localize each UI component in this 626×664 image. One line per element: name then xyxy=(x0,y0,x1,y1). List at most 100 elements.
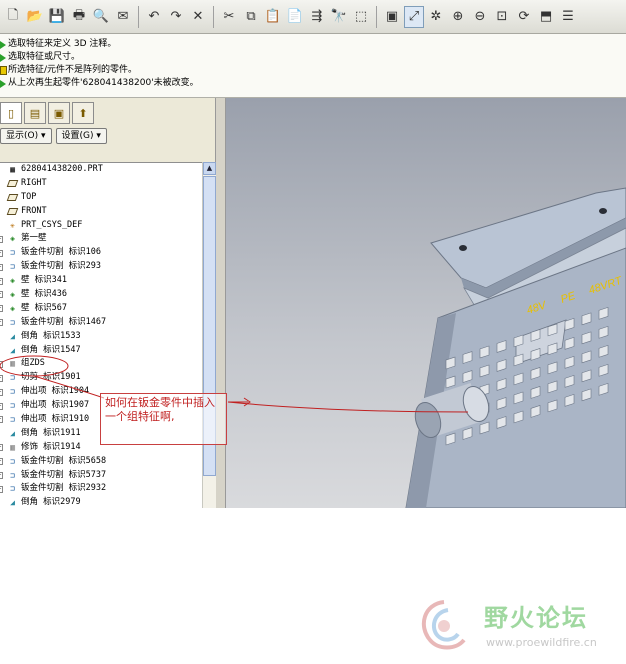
cut-feature-icon: ⊐ xyxy=(10,317,15,327)
plane-shape xyxy=(6,194,19,202)
chevron-down-icon: ▾ xyxy=(96,131,101,141)
chevron-down-icon: ▾ xyxy=(40,131,46,141)
favorites-tab[interactable]: ▣ xyxy=(48,102,70,124)
expand-icon[interactable]: + xyxy=(0,277,3,285)
tree-item[interactable]: + ▥ 组ZDS xyxy=(0,357,202,371)
folder-browser-tab[interactable]: ▤ xyxy=(24,102,46,124)
expand-icon[interactable]: + xyxy=(0,458,3,466)
tree-item[interactable]: TOP xyxy=(0,191,202,205)
tree-item[interactable]: FRONT xyxy=(0,205,202,219)
round-feature-icon: ◢ xyxy=(10,331,15,341)
cut-icon[interactable]: ✂ xyxy=(219,6,239,28)
expand-icon[interactable]: + xyxy=(0,374,3,382)
datum-axis-icon[interactable]: ⤢ xyxy=(404,5,424,28)
cut-feature-icon: ⊐ xyxy=(10,248,15,258)
history-tab[interactable]: ⬆ xyxy=(72,102,94,124)
tree-item[interactable]: ◢ 倒角 标识1547 xyxy=(0,344,202,358)
show-menu-button[interactable]: 显示(O) ▾ xyxy=(0,128,52,144)
annotation-callout: 如何在钣金零件中插入一个组特征啊, xyxy=(100,393,227,445)
tree-item[interactable]: + ⊐ 钣金件切割 标识1467 xyxy=(0,316,202,330)
tree-item[interactable]: + ◈ 第一壁 xyxy=(0,232,202,246)
repaint-icon[interactable]: ⟳ xyxy=(514,6,534,28)
tree-item-label: FRONT xyxy=(21,205,47,216)
expand-icon[interactable]: + xyxy=(0,444,3,452)
tree-item[interactable]: + ⊐ 钣金件切割 标识5658 xyxy=(0,455,202,469)
expand-icon[interactable]: + xyxy=(0,263,3,271)
expand-icon[interactable]: + xyxy=(0,235,3,243)
copy-icon[interactable]: ⧉ xyxy=(241,6,261,28)
cut-feature-icon: ⊐ xyxy=(10,484,15,494)
cut-feature-icon: ⊐ xyxy=(10,373,15,383)
expand-icon[interactable]: + xyxy=(0,416,3,424)
refit-icon[interactable]: ▣ xyxy=(382,6,402,28)
panel-sash[interactable] xyxy=(216,98,226,508)
toolbar-separator xyxy=(138,5,139,28)
expand-icon[interactable]: + xyxy=(0,485,3,493)
navigator-tabs: ▯ ▤ ▣ ⬆ xyxy=(0,102,94,126)
tree-item[interactable]: ◢ 倒角 标识2979 xyxy=(0,496,202,508)
saved-views-icon[interactable]: ☰ xyxy=(558,6,578,28)
plane-feature-icon xyxy=(6,193,19,203)
message-line: 所选特征/元件不是阵列的零件。 xyxy=(0,64,626,77)
spin-center-icon[interactable]: ✲ xyxy=(426,6,446,28)
tree-item[interactable]: ▦ 628041438200.PRT xyxy=(0,163,202,177)
expand-icon[interactable]: + xyxy=(0,388,3,396)
print-icon[interactable]: 🖶 xyxy=(69,6,89,28)
zoom-out-icon[interactable]: ⊖ xyxy=(470,6,490,28)
email-icon[interactable]: ✉ xyxy=(113,6,133,28)
undo-icon[interactable]: ↶ xyxy=(144,6,164,28)
navigator-panel: ▯ ▤ ▣ ⬆ 显示(O) ▾ 设置(G) ▾ ▦ 628041438200.PR… xyxy=(0,98,216,508)
expand-icon[interactable]: + xyxy=(0,360,3,368)
scroll-up-icon[interactable]: ▲ xyxy=(203,162,216,175)
expand-icon[interactable]: + xyxy=(0,472,3,480)
group-feature-icon: ▥ xyxy=(10,359,15,369)
zoom-fit-icon[interactable]: ⊡ xyxy=(492,6,512,28)
new-icon[interactable]: 🗋 xyxy=(3,6,23,28)
tree-item[interactable]: + ⊐ 钣金件切割 标识293 xyxy=(0,260,202,274)
tree-item[interactable]: + ⊐ 钣金件切割 标识2932 xyxy=(0,482,202,496)
prompt-arrow-icon xyxy=(0,53,6,62)
save-icon[interactable]: 💾 xyxy=(47,6,67,28)
tree-item[interactable]: + ◈ 壁 标识436 xyxy=(0,288,202,302)
tree-scrollbar[interactable]: ▲ xyxy=(202,162,216,508)
expand-icon[interactable]: + xyxy=(0,402,3,410)
wall-feature-icon: ◈ xyxy=(10,303,15,313)
redo-icon[interactable]: ↷ xyxy=(166,6,186,28)
tree-item[interactable]: ◢ 倒角 标识1533 xyxy=(0,330,202,344)
tree-item[interactable]: + ◈ 壁 标识567 xyxy=(0,302,202,316)
tree-item[interactable]: ✳ PRT_CSYS_DEF xyxy=(0,219,202,233)
paste-icon[interactable]: 📋 xyxy=(263,6,283,28)
part-feature-icon: ▦ xyxy=(10,164,15,174)
tree-item-label: 壁 标识567 xyxy=(21,302,67,313)
graphics-viewport[interactable]: 48V PE 48VRT xyxy=(226,98,626,508)
tree-item[interactable]: + ⊐ 切剪 标识1901 xyxy=(0,371,202,385)
close-icon[interactable]: ✕ xyxy=(188,6,208,28)
open-icon[interactable]: 📂 xyxy=(25,6,45,28)
regenerate-icon[interactable]: ⇶ xyxy=(307,6,327,28)
zoom-in-icon[interactable]: ⊕ xyxy=(448,6,468,28)
toolbar-separator xyxy=(376,5,377,28)
message-line: 从上次再生起零件'628041438200'未被改变。 xyxy=(0,77,626,90)
tree-item-label: 钣金件切割 标识293 xyxy=(21,261,101,272)
plane-shape xyxy=(6,180,19,188)
expand-icon[interactable]: + xyxy=(0,291,3,299)
paste-special-icon[interactable]: 📄 xyxy=(285,6,305,28)
tree-item[interactable]: + ◈ 壁 标识341 xyxy=(0,274,202,288)
tree-item[interactable]: + ⊐ 钣金件切割 标识5737 xyxy=(0,469,202,483)
model-tree-icon: ▯ xyxy=(7,106,15,120)
orient-icon[interactable]: ⬒ xyxy=(536,6,556,28)
print-preview-icon[interactable]: 🔍 xyxy=(91,6,111,28)
message-text: 选取特征或尺寸。 xyxy=(8,52,81,62)
find-icon[interactable]: 🔭 xyxy=(329,6,349,28)
settings-menu-button[interactable]: 设置(G) ▾ xyxy=(55,128,107,144)
tree-item[interactable]: + ⊐ 钣金件切割 标识106 xyxy=(0,246,202,260)
model-tree-tab[interactable]: ▯ xyxy=(0,102,22,124)
select-box-icon[interactable]: ⬚ xyxy=(351,6,371,28)
tree-item-label: RIGHT xyxy=(21,177,47,188)
cut-feature-icon: ⊐ xyxy=(10,456,15,466)
expand-icon[interactable]: + xyxy=(0,249,3,257)
tree-item[interactable]: RIGHT xyxy=(0,177,202,191)
expand-icon[interactable]: + xyxy=(0,305,3,313)
cut-feature-icon: ⊐ xyxy=(10,470,15,480)
expand-icon[interactable]: + xyxy=(0,319,3,327)
